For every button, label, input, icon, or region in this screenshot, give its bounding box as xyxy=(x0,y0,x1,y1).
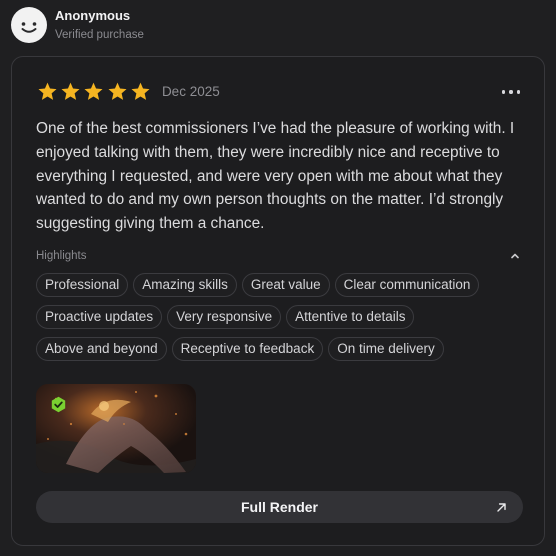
highlight-tag[interactable]: Clear communication xyxy=(334,273,480,297)
star-icon xyxy=(37,81,58,102)
highlight-tag[interactable]: Great value xyxy=(241,273,330,297)
reviewer-name: Anonymous xyxy=(55,7,131,23)
highlight-tag[interactable]: Professional xyxy=(36,273,129,297)
star-icon xyxy=(107,81,128,102)
highlight-tag[interactable]: Attentive to details xyxy=(286,305,415,329)
highlight-tag[interactable]: Proactive updates xyxy=(36,305,163,329)
highlight-tag-row: Proactive updates Very responsive Attentiv… xyxy=(36,305,536,329)
highlight-tag[interactable]: Above and beyond xyxy=(36,337,167,361)
arrow-up-right-icon xyxy=(497,503,506,512)
highlight-tag[interactable]: Amazing skills xyxy=(133,273,237,297)
highlight-tag[interactable]: Very responsive xyxy=(167,305,282,329)
highlights-header: Highlights xyxy=(36,250,521,262)
more-options-button[interactable] xyxy=(502,87,520,97)
highlights-title: Highlights xyxy=(36,250,87,262)
star-icon xyxy=(83,81,104,102)
reviewer-info: Anonymous Verified purchase xyxy=(55,8,144,43)
star-icon xyxy=(60,81,81,102)
chevron-up-icon[interactable] xyxy=(509,250,521,262)
review-card: Dec 2025 One of the best commissioners I… xyxy=(11,56,545,546)
more-horizontal-icon xyxy=(509,90,513,94)
highlight-tag-row: Above and beyond Receptive to feedback On … xyxy=(36,337,536,361)
highlight-tag[interactable]: Receptive to feedback xyxy=(171,337,324,361)
review-date: Dec 2025 xyxy=(161,84,220,99)
review-text: One of the best commissioners I’ve had t… xyxy=(36,120,515,233)
avatar[interactable] xyxy=(11,7,47,43)
attachment-thumbnail[interactable] xyxy=(36,384,196,473)
rating-row: Dec 2025 xyxy=(37,81,220,102)
more-horizontal-icon xyxy=(502,90,506,94)
verified-purchase-label: Verified purchase xyxy=(55,28,144,41)
star-rating xyxy=(37,81,153,102)
highlight-tags: Professional Amazing skills Great value Cle… xyxy=(36,273,536,369)
full-render-button[interactable]: Full Render xyxy=(36,491,523,523)
star-icon xyxy=(130,81,151,102)
smiley-face-icon xyxy=(21,22,37,33)
more-horizontal-icon xyxy=(516,90,520,94)
verified-check-icon xyxy=(51,396,66,413)
reviewer-header: Anonymous Verified purchase xyxy=(11,7,144,43)
full-render-label: Full Render xyxy=(240,499,318,515)
highlight-tag[interactable]: On time delivery xyxy=(328,337,444,361)
highlight-tag-row: Professional Amazing skills Great value Cle… xyxy=(36,273,536,297)
